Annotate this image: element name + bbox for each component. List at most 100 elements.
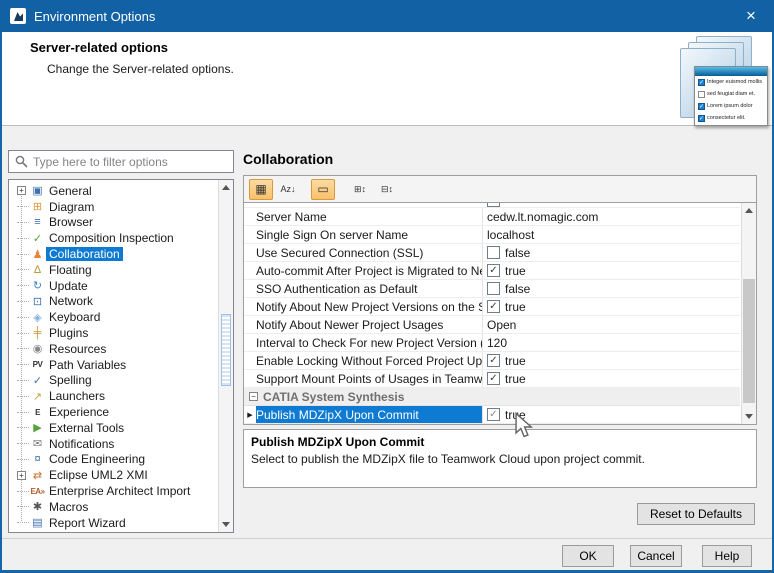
tree-item-resources[interactable]: ◉Resources xyxy=(9,341,217,357)
scroll-up-icon[interactable] xyxy=(219,180,233,195)
ok-button[interactable]: OK xyxy=(562,545,614,567)
property-row-server-name[interactable]: Server Namecedw.lt.nomagic.com xyxy=(244,208,740,226)
scroll-down-icon[interactable] xyxy=(742,409,756,424)
tree-item-external-tools[interactable]: ▶External Tools xyxy=(9,420,217,436)
tree-item-code-engineering[interactable]: ¤Code Engineering xyxy=(9,452,217,468)
tree-item-notifications[interactable]: ✉Notifications xyxy=(9,436,217,452)
tree-item-general[interactable]: +▣General xyxy=(9,183,217,199)
checked-checkbox-icon[interactable]: ✓ xyxy=(487,354,500,367)
scroll-up-icon[interactable] xyxy=(742,203,756,218)
checked-checkbox-icon[interactable]: ✓ xyxy=(487,408,500,421)
property-value: true xyxy=(505,300,526,314)
checklist-header-bar xyxy=(695,67,767,76)
panel-title: Collaboration xyxy=(243,151,333,167)
row-marker xyxy=(244,316,256,333)
scroll-down-icon[interactable] xyxy=(219,517,233,532)
table-scrollbar[interactable] xyxy=(741,203,756,424)
checklist-graphic: ✓Integer euismod mollissed feugiat diam … xyxy=(694,66,768,126)
tree-item-collaboration[interactable]: ♟Collaboration xyxy=(9,246,217,262)
property-value-cell[interactable]: ✓true xyxy=(483,262,740,279)
tree-connector xyxy=(17,317,29,318)
alphabetical-sort-button[interactable]: Az↓ xyxy=(276,179,300,200)
property-row-interval-to-check-for-new-project-version-i[interactable]: Interval to Check For new Project Versio… xyxy=(244,334,740,352)
notifications-icon: ✉ xyxy=(29,437,46,450)
cancel-button[interactable]: Cancel xyxy=(630,545,682,567)
tree-item-keyboard[interactable]: ◈Keyboard xyxy=(9,309,217,325)
row-marker xyxy=(244,280,256,297)
diagram-icon: ⊞ xyxy=(29,200,46,213)
filter-input[interactable] xyxy=(33,152,233,171)
property-row-support-mount-points-of-usages-in-teamwor[interactable]: Support Mount Points of Usages in Teamwo… xyxy=(244,370,740,388)
tree-item-diagram[interactable]: ⊞Diagram xyxy=(9,199,217,215)
tree-connector xyxy=(17,443,29,444)
reset-to-defaults-button[interactable]: Reset to Defaults xyxy=(637,503,755,525)
property-value-cell[interactable]: cedw.lt.nomagic.com xyxy=(483,208,740,225)
tree-item-macros[interactable]: ✱Macros xyxy=(9,499,217,515)
property-value-cell[interactable]: false xyxy=(483,280,740,297)
selected-row-marker: ▶ xyxy=(244,406,256,423)
property-value-cell[interactable]: ✓true xyxy=(483,370,740,387)
row-marker xyxy=(244,370,256,387)
tree-item-launchers[interactable]: ↗Launchers xyxy=(9,388,217,404)
tree-item-plugins[interactable]: ╪Plugins xyxy=(9,325,217,341)
property-value-cell[interactable]: ✓ true xyxy=(483,298,740,315)
tree-item-browser[interactable]: ≡Browser xyxy=(9,215,217,231)
property-row-notify-about-newer-project-usages[interactable]: Notify About Newer Project UsagesOpen xyxy=(244,316,740,334)
tree-item-label: General xyxy=(46,184,95,198)
expand-all-icon: ⊞↕ xyxy=(354,184,366,195)
checked-checkbox-icon[interactable]: ✓ xyxy=(487,300,500,313)
tree-item-label: Browser xyxy=(46,215,96,229)
property-name: Enable Locking Without Forced Project Up… xyxy=(256,352,483,369)
expand-plus-icon[interactable]: + xyxy=(17,471,26,480)
property-row-enable-locking-without-forced-project-update[interactable]: Enable Locking Without Forced Project Up… xyxy=(244,352,740,370)
expand-plus-icon[interactable]: + xyxy=(17,186,26,195)
tree-item-update[interactable]: ↻Update xyxy=(9,278,217,294)
property-value-cell[interactable]: Open xyxy=(483,316,740,333)
checked-checkbox-icon[interactable]: ✓ xyxy=(487,264,500,277)
checked-checkbox-icon[interactable]: ✓ xyxy=(487,372,500,385)
group-row-catia-system-synthesis[interactable]: −CATIA System Synthesis xyxy=(244,388,740,406)
unchecked-checkbox-icon[interactable] xyxy=(487,282,500,295)
tree-item-floating[interactable]: ∆Floating xyxy=(9,262,217,278)
categorized-view-icon: ▦ xyxy=(255,182,266,196)
filter-box xyxy=(8,150,234,173)
property-row-use-secured-connection-ssl[interactable]: Use Secured Connection (SSL)false xyxy=(244,244,740,262)
property-row-single-sign-on-server-name[interactable]: Single Sign On server Namelocalhost xyxy=(244,226,740,244)
tree-item-spelling[interactable]: ✓Spelling xyxy=(9,373,217,389)
tree-scrollbar[interactable] xyxy=(218,180,233,532)
tree-item-label: Diagram xyxy=(46,200,97,214)
property-value-cell[interactable]: ✓true xyxy=(483,352,740,369)
tree-item-enterprise-architect-import[interactable]: EA»Enterprise Architect Import xyxy=(9,483,217,499)
tree-item-composition-inspection[interactable]: ✓Composition Inspection xyxy=(9,230,217,246)
tree-item-eclipse-uml2-xmi[interactable]: +⇄Eclipse UML2 XMI xyxy=(9,467,217,483)
property-value-cell[interactable]: 120 xyxy=(483,334,740,351)
categorized-view-button[interactable]: ▦ xyxy=(249,179,273,200)
tree-item-path-variables[interactable]: PVPath Variables xyxy=(9,357,217,373)
table-scroll-thumb[interactable] xyxy=(743,279,755,403)
expand-all-button[interactable]: ⊞↕ xyxy=(348,179,372,200)
property-name: Publish MDZipX Upon Commit xyxy=(256,406,483,423)
collapse-minus-icon[interactable]: − xyxy=(249,392,258,401)
alphabetical-sort-icon: Az↓ xyxy=(280,184,295,194)
property-row-notify-about-new-project-versions-on-the-s[interactable]: Notify About New Project Versions on the… xyxy=(244,298,740,316)
tree-item-network[interactable]: ⊡Network xyxy=(9,294,217,310)
tree-scroll-thumb[interactable] xyxy=(221,314,231,386)
tree-item-report-wizard[interactable]: ▤Report Wizard xyxy=(9,515,217,531)
launchers-icon: ↗ xyxy=(29,390,46,403)
help-button[interactable]: Help xyxy=(702,545,752,567)
property-value-cell[interactable]: localhost xyxy=(483,226,740,243)
report-wizard-icon: ▤ xyxy=(29,516,46,529)
show-description-button[interactable]: ▭ xyxy=(311,179,335,200)
collapse-all-button[interactable]: ⊟↕ xyxy=(375,179,399,200)
property-row-sso-authentication-as-default[interactable]: SSO Authentication as Defaultfalse xyxy=(244,280,740,298)
tree-item-experience[interactable]: EExperience xyxy=(9,404,217,420)
tree-item-label: Enterprise Architect Import xyxy=(46,484,193,498)
property-row-publish-mdzipx-upon-commit[interactable]: ▶Publish MDZipX Upon Commit✓true xyxy=(244,406,740,424)
property-value-cell[interactable]: false xyxy=(483,244,740,261)
property-row-auto-commit-after-project-is-migrated-to-ne[interactable]: Auto-commit After Project is Migrated to… xyxy=(244,262,740,280)
macros-icon: ✱ xyxy=(29,500,46,513)
unchecked-checkbox-icon[interactable] xyxy=(487,246,500,259)
browser-icon: ≡ xyxy=(29,216,46,228)
close-icon[interactable]: × xyxy=(728,0,774,32)
description-body: Select to publish the MDZipX file to Tea… xyxy=(251,452,749,466)
